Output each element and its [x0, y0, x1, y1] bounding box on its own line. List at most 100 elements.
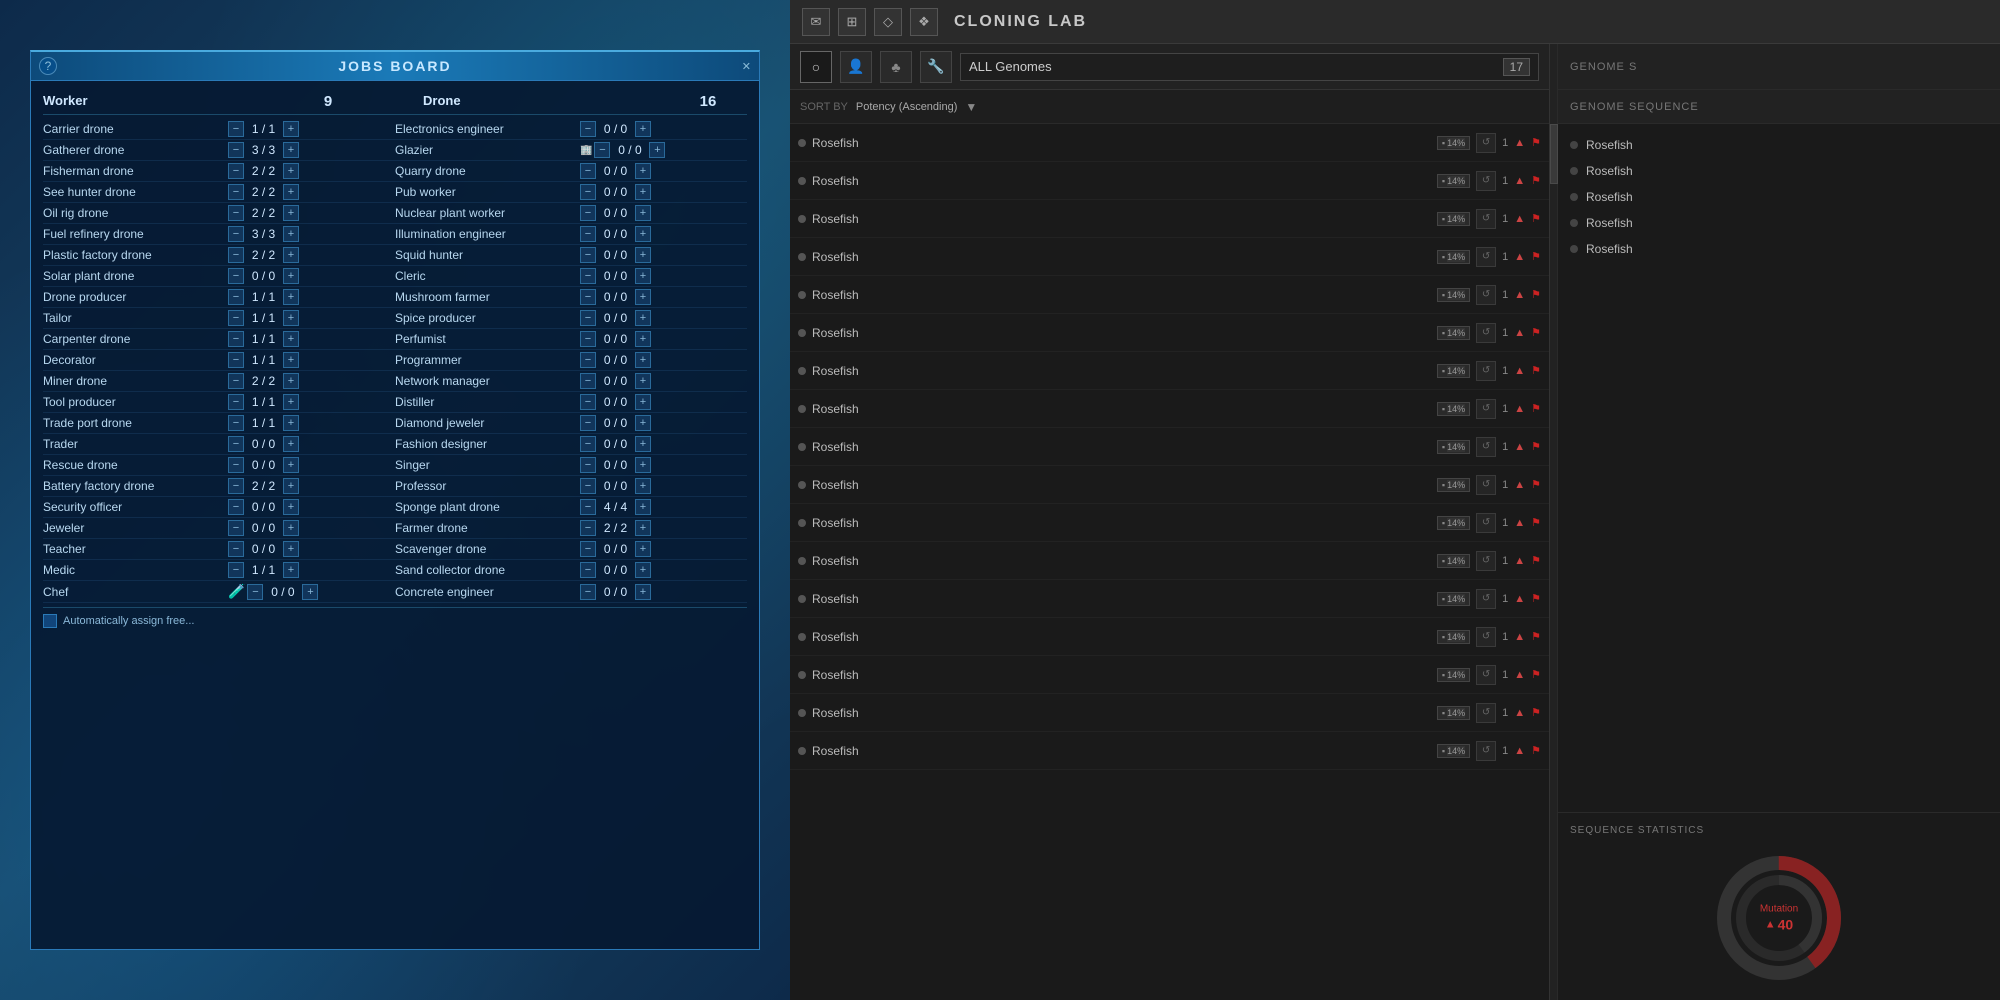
genome-refresh-btn[interactable]: ↺ [1476, 627, 1496, 647]
job-decrease-btn[interactable]: − [228, 478, 244, 494]
filter-all-btn[interactable]: ○ [800, 51, 832, 83]
filter-genome-btn[interactable]: ♣ [880, 51, 912, 83]
job-decrease-btn[interactable]: − [580, 184, 596, 200]
job-decrease-btn[interactable]: − [228, 373, 244, 389]
job-decrease-btn[interactable]: − [580, 478, 596, 494]
job-decrease-btn[interactable]: − [580, 163, 596, 179]
job-decrease-btn[interactable]: − [228, 310, 244, 326]
job-increase-btn[interactable]: + [635, 584, 651, 600]
job-decrease-btn[interactable]: − [580, 352, 596, 368]
job-decrease-btn[interactable]: − [228, 520, 244, 536]
job-increase-btn[interactable]: + [635, 310, 651, 326]
grid-icon[interactable]: ⊞ [838, 8, 866, 36]
job-increase-btn[interactable]: + [635, 184, 651, 200]
genome-refresh-btn[interactable]: ↺ [1476, 361, 1496, 381]
job-decrease-btn[interactable]: − [580, 289, 596, 305]
genome-refresh-btn[interactable]: ↺ [1476, 437, 1496, 457]
job-increase-btn[interactable]: + [283, 142, 299, 158]
genome-list-item[interactable]: Rosefish ▪ 14% ↺ 1 ▲ ⚑ [790, 656, 1549, 694]
job-increase-btn[interactable]: + [635, 205, 651, 221]
genome-list-item[interactable]: Rosefish ▪ 14% ↺ 1 ▲ ⚑ [790, 694, 1549, 732]
job-increase-btn[interactable]: + [635, 352, 651, 368]
job-increase-btn[interactable]: + [635, 247, 651, 263]
genome-refresh-btn[interactable]: ↺ [1476, 247, 1496, 267]
job-decrease-btn[interactable]: − [228, 289, 244, 305]
scrollbar-thumb[interactable] [1550, 124, 1558, 184]
job-decrease-btn[interactable]: − [580, 436, 596, 452]
filter-person-btn[interactable]: 👤 [840, 51, 872, 83]
job-increase-btn[interactable]: + [635, 520, 651, 536]
job-decrease-btn[interactable]: − [580, 457, 596, 473]
job-increase-btn[interactable]: + [635, 163, 651, 179]
job-decrease-btn[interactable]: − [580, 520, 596, 536]
sequence-item[interactable]: Rosefish [1558, 184, 2000, 210]
job-decrease-btn[interactable]: − [228, 415, 244, 431]
job-increase-btn[interactable]: + [283, 205, 299, 221]
job-increase-btn[interactable]: + [635, 436, 651, 452]
filter-tool-btn[interactable]: 🔧 [920, 51, 952, 83]
job-decrease-btn[interactable]: − [580, 331, 596, 347]
scrollbar-track[interactable] [1550, 44, 1558, 1000]
job-increase-btn[interactable]: + [283, 520, 299, 536]
job-increase-btn[interactable]: + [635, 415, 651, 431]
job-decrease-btn[interactable]: − [228, 394, 244, 410]
genome-refresh-btn[interactable]: ↺ [1476, 209, 1496, 229]
job-decrease-btn[interactable]: − [228, 541, 244, 557]
sequence-item[interactable]: Rosefish [1558, 236, 2000, 262]
job-decrease-btn[interactable]: − [228, 268, 244, 284]
job-increase-btn[interactable]: + [283, 184, 299, 200]
job-increase-btn[interactable]: + [635, 331, 651, 347]
job-decrease-btn[interactable]: − [580, 415, 596, 431]
mail-icon[interactable]: ✉ [802, 8, 830, 36]
genome-selector[interactable]: ALL Genomes 17 [960, 53, 1539, 81]
job-increase-btn[interactable]: + [283, 415, 299, 431]
job-increase-btn[interactable]: + [283, 310, 299, 326]
genome-list-item[interactable]: Rosefish ▪ 14% ↺ 1 ▲ ⚑ [790, 390, 1549, 428]
job-increase-btn[interactable]: + [283, 247, 299, 263]
job-increase-btn[interactable]: + [283, 457, 299, 473]
job-increase-btn[interactable]: + [635, 226, 651, 242]
job-decrease-btn[interactable]: − [228, 163, 244, 179]
genome-list-item[interactable]: Rosefish ▪ 14% ↺ 1 ▲ ⚑ [790, 124, 1549, 162]
genome-list-item[interactable]: Rosefish ▪ 14% ↺ 1 ▲ ⚑ [790, 276, 1549, 314]
job-decrease-btn[interactable]: − [228, 247, 244, 263]
genome-list-item[interactable]: Rosefish ▪ 14% ↺ 1 ▲ ⚑ [790, 352, 1549, 390]
job-decrease-btn[interactable]: − [228, 457, 244, 473]
job-increase-btn[interactable]: + [649, 142, 665, 158]
genome-refresh-btn[interactable]: ↺ [1476, 703, 1496, 723]
genome-list-item[interactable]: Rosefish ▪ 14% ↺ 1 ▲ ⚑ [790, 314, 1549, 352]
job-increase-btn[interactable]: + [635, 499, 651, 515]
genome-refresh-btn[interactable]: ↺ [1476, 323, 1496, 343]
job-increase-btn[interactable]: + [283, 268, 299, 284]
close-icon[interactable]: ✕ [742, 60, 751, 73]
job-decrease-btn[interactable]: − [580, 121, 596, 137]
sequence-item[interactable]: Rosefish [1558, 132, 2000, 158]
job-decrease-btn[interactable]: − [580, 205, 596, 221]
job-decrease-btn[interactable]: − [228, 352, 244, 368]
job-increase-btn[interactable]: + [283, 121, 299, 137]
job-decrease-btn[interactable]: − [594, 142, 610, 158]
job-increase-btn[interactable]: + [635, 562, 651, 578]
job-increase-btn[interactable]: + [283, 373, 299, 389]
genome-list-item[interactable]: Rosefish ▪ 14% ↺ 1 ▲ ⚑ [790, 542, 1549, 580]
genome-refresh-btn[interactable]: ↺ [1476, 133, 1496, 153]
job-increase-btn[interactable]: + [283, 331, 299, 347]
job-decrease-btn[interactable]: − [580, 310, 596, 326]
genome-list-item[interactable]: Rosefish ▪ 14% ↺ 1 ▲ ⚑ [790, 732, 1549, 770]
genome-list-item[interactable]: Rosefish ▪ 14% ↺ 1 ▲ ⚑ [790, 504, 1549, 542]
job-increase-btn[interactable]: + [635, 289, 651, 305]
sort-arrow-icon[interactable]: ▼ [965, 100, 977, 114]
cluster-icon[interactable]: ❖ [910, 8, 938, 36]
job-increase-btn[interactable]: + [283, 394, 299, 410]
genome-refresh-btn[interactable]: ↺ [1476, 665, 1496, 685]
genome-list-item[interactable]: Rosefish ▪ 14% ↺ 1 ▲ ⚑ [790, 428, 1549, 466]
job-increase-btn[interactable]: + [283, 436, 299, 452]
job-increase-btn[interactable]: + [635, 478, 651, 494]
job-increase-btn[interactable]: + [283, 289, 299, 305]
sequence-item[interactable]: Rosefish [1558, 210, 2000, 236]
job-increase-btn[interactable]: + [635, 541, 651, 557]
genome-refresh-btn[interactable]: ↺ [1476, 475, 1496, 495]
genome-refresh-btn[interactable]: ↺ [1476, 741, 1496, 761]
job-increase-btn[interactable]: + [302, 584, 318, 600]
genome-refresh-btn[interactable]: ↺ [1476, 513, 1496, 533]
